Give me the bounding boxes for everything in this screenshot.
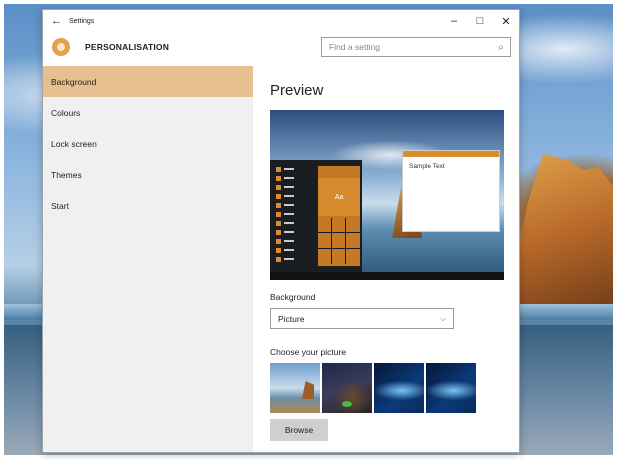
preview-sample-text: Sample Text xyxy=(409,163,445,170)
sidebar-item-background[interactable]: Background xyxy=(43,66,253,97)
background-label: Background xyxy=(270,292,316,302)
preview-tile-grid xyxy=(318,218,360,264)
preview-start-menu: Aa xyxy=(270,160,362,272)
preview-tile-label: Aa xyxy=(318,178,360,216)
close-button[interactable]: ✕ xyxy=(493,15,519,28)
picture-thumbnail-windows-blue-2[interactable] xyxy=(426,363,476,413)
wallpaper-rock xyxy=(513,154,613,314)
sidebar-item-colours[interactable]: Colours xyxy=(43,97,253,128)
background-dropdown-value: Picture xyxy=(278,313,305,324)
picture-thumbnail-night-sky[interactable] xyxy=(322,363,372,413)
main-content: Preview Aa Sample Text Background Pictur… xyxy=(270,66,519,452)
sidebar-item-themes[interactable]: Themes xyxy=(43,159,253,190)
preview-tiles: Aa xyxy=(318,166,360,266)
sidebar-item-lock-screen[interactable]: Lock screen xyxy=(43,128,253,159)
search-input[interactable]: Find a setting ⌕ xyxy=(321,37,511,57)
browse-button[interactable]: Browse xyxy=(270,419,328,441)
sidebar-item-start[interactable]: Start xyxy=(43,190,253,221)
settings-window: ← Settings – □ ✕ PERSONALISATION Find a … xyxy=(42,9,520,453)
back-arrow-icon[interactable]: ← xyxy=(51,15,69,27)
maximize-button[interactable]: □ xyxy=(467,15,493,27)
title-bar: ← Settings – □ ✕ xyxy=(43,10,519,32)
picture-thumbnail-beach[interactable] xyxy=(270,363,320,413)
gear-icon xyxy=(52,38,70,56)
picture-thumbnails xyxy=(270,363,519,413)
preview-app-list xyxy=(276,166,298,265)
preview-image: Aa Sample Text xyxy=(270,110,504,280)
preview-window: Sample Text xyxy=(402,150,500,232)
minimize-button[interactable]: – xyxy=(441,15,467,27)
choose-picture-label: Choose your picture xyxy=(270,347,347,357)
settings-header: PERSONALISATION Find a setting ⌕ xyxy=(43,32,519,62)
chevron-down-icon: ⌵ xyxy=(439,313,447,323)
search-icon[interactable]: ⌕ xyxy=(492,42,510,53)
preview-taskbar xyxy=(270,272,504,280)
sidebar: Background Colours Lock screen Themes St… xyxy=(43,66,253,452)
preview-heading: Preview xyxy=(270,82,324,99)
window-title: Settings xyxy=(69,17,95,25)
page-title: PERSONALISATION xyxy=(85,42,170,52)
search-placeholder: Find a setting xyxy=(329,42,381,52)
background-dropdown[interactable]: Picture ⌵ xyxy=(270,308,454,329)
picture-thumbnail-windows-blue-1[interactable] xyxy=(374,363,424,413)
